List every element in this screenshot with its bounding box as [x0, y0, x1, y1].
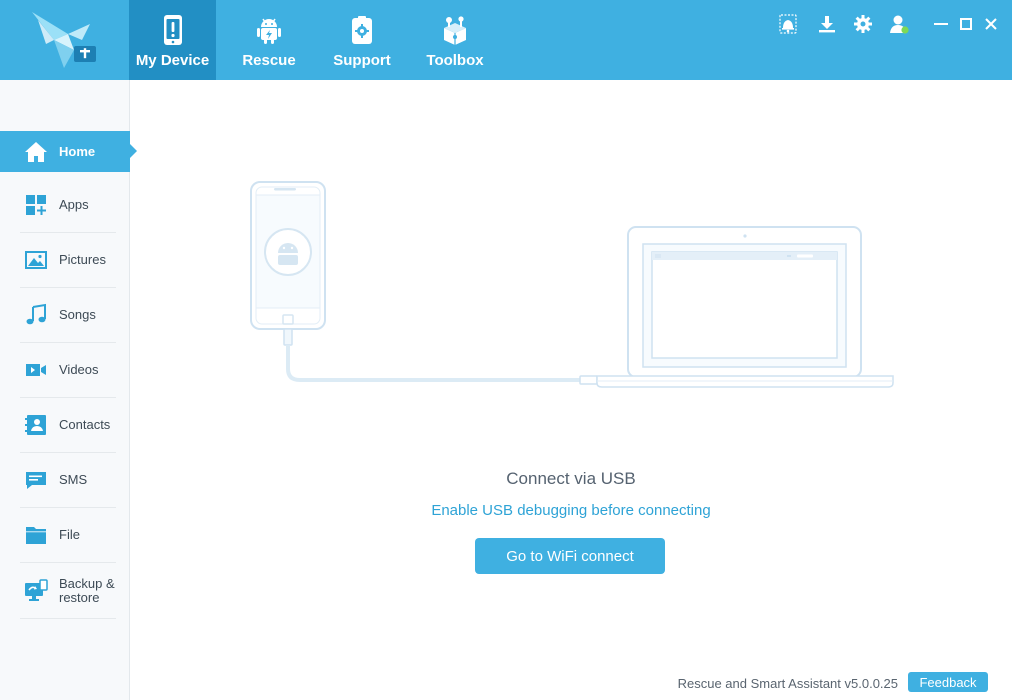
contacts-icon — [25, 415, 46, 435]
download-icon[interactable] — [816, 13, 838, 35]
tab-label: Toolbox — [426, 52, 484, 69]
app-logo-icon — [32, 12, 96, 68]
sidebar-item-label: Videos — [59, 362, 99, 377]
toolbox-icon — [444, 16, 466, 45]
apps-icon — [26, 195, 46, 215]
sidebar-item-apps[interactable]: Apps — [20, 178, 116, 233]
sidebar-item-file[interactable]: File — [20, 508, 116, 563]
sidebar-item-label: Songs — [59, 307, 96, 322]
usb-debugging-link[interactable]: Enable USB debugging before connecting — [130, 502, 1012, 519]
sidebar-item-home[interactable]: Home — [0, 131, 137, 172]
close-icon[interactable] — [980, 13, 1002, 35]
sidebar-item-label: Home — [59, 143, 96, 159]
backup-icon — [25, 578, 48, 601]
tab-toolbox[interactable]: Toolbox — [412, 0, 498, 80]
pictures-icon — [25, 251, 47, 269]
usb-cable — [286, 345, 581, 382]
android-icon — [257, 18, 281, 44]
tab-support[interactable]: Support — [318, 0, 406, 80]
phone-illustration — [250, 181, 326, 346]
home-icon — [25, 141, 47, 162]
version-label: Rescue and Smart Assistant v5.0.0.25 — [677, 676, 898, 691]
phone-alert-icon — [163, 15, 182, 45]
tab-label: My Device — [135, 52, 210, 69]
folder-icon — [26, 527, 46, 544]
sidebar-item-songs[interactable]: Songs — [20, 288, 116, 343]
sms-icon — [26, 472, 46, 489]
sidebar-item-contacts[interactable]: Contacts — [20, 398, 116, 453]
music-note-icon — [26, 303, 46, 325]
tab-my-device[interactable]: My Device — [129, 0, 216, 80]
user-icon[interactable] — [888, 13, 910, 35]
notification-icon[interactable] — [777, 13, 799, 35]
sidebar-item-label: Pictures — [59, 252, 106, 267]
sidebar-item-label: Apps — [59, 197, 89, 212]
feedback-button[interactable]: Feedback — [908, 672, 988, 692]
tab-label: Support — [333, 52, 391, 69]
sidebar-item-videos[interactable]: Videos — [20, 343, 116, 398]
sidebar-item-backup-restore[interactable]: Backup & restore — [20, 563, 116, 619]
tab-label: Rescue — [242, 52, 296, 69]
laptop-illustration — [596, 226, 894, 388]
minimize-icon[interactable] — [930, 13, 952, 35]
support-gear-icon — [352, 16, 372, 44]
tab-rescue[interactable]: Rescue — [226, 0, 312, 80]
usb-plug — [579, 375, 598, 385]
top-bar: My Device Rescue Support Toolbox — [0, 0, 1012, 80]
sidebar: Home Apps Pictures Songs Videos Contacts… — [0, 80, 137, 700]
connect-title: Connect via USB — [506, 469, 636, 488]
sidebar-item-label-line: restore — [59, 589, 100, 605]
app-window: My Device Rescue Support Toolbox Home Ap… — [0, 0, 1012, 700]
sidebar-item-sms[interactable]: SMS — [20, 453, 116, 508]
settings-icon[interactable] — [852, 13, 874, 35]
wifi-connect-button[interactable]: Go to WiFi connect — [475, 538, 665, 574]
sidebar-item-pictures[interactable]: Pictures — [20, 233, 116, 288]
sidebar-item-label: Backup & restore — [59, 575, 115, 605]
sidebar-item-label: SMS — [59, 472, 88, 487]
sidebar-item-label: Contacts — [59, 417, 111, 432]
sidebar-item-label: File — [59, 527, 80, 542]
sidebar-item-label-line: Backup & — [59, 575, 115, 591]
maximize-icon[interactable] — [955, 13, 977, 35]
usb-connection-illustration — [250, 181, 894, 388]
video-camera-icon — [26, 364, 46, 376]
